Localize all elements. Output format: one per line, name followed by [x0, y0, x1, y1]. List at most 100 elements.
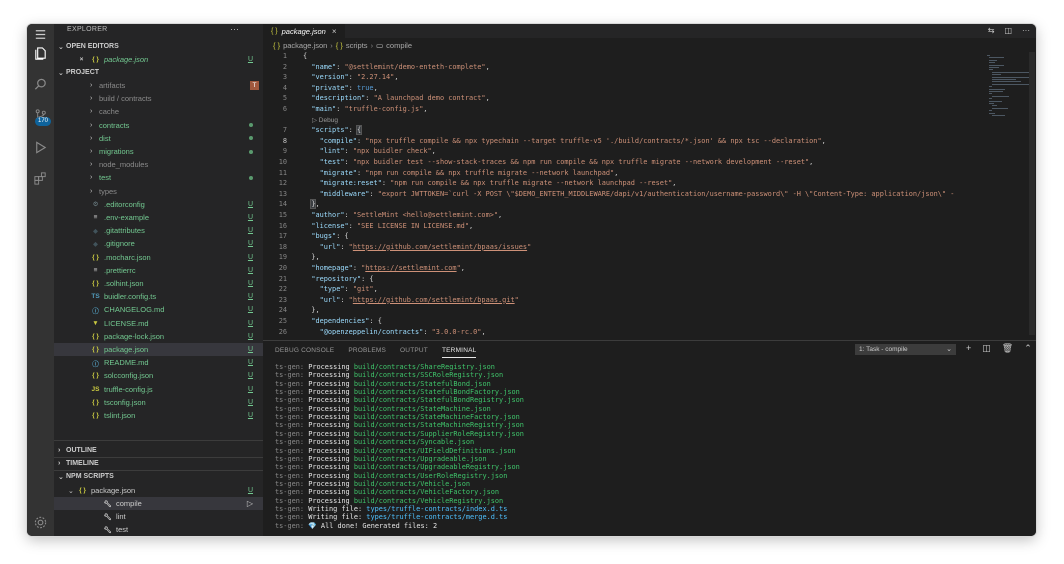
file-name: node_modules — [99, 160, 149, 170]
terminal-line: ts-gen: Processing build/contracts/State… — [275, 396, 524, 404]
terminal-prefix: ts-gen: — [275, 379, 309, 388]
editor-scrollbar[interactable] — [1029, 52, 1035, 335]
file-item[interactable]: ◆ .gitignore U — [54, 237, 263, 250]
file-item[interactable]: ⓘ README.md U — [54, 356, 263, 369]
terminal-prefix: ts-gen: — [275, 438, 309, 447]
search-icon[interactable] — [32, 76, 49, 93]
line-number: 5 — [282, 94, 287, 103]
file-item[interactable]: ▼ LICENSE.md U — [54, 317, 263, 330]
minimap-line — [989, 69, 994, 71]
file-item[interactable]: ≡ .env-example U — [54, 211, 263, 224]
folder-item[interactable]: › contracts — [54, 119, 263, 132]
file-item[interactable]: { } tslint.json U — [54, 409, 263, 422]
file-item[interactable]: ⚙ .editorconfig U — [54, 198, 263, 211]
menu-icon[interactable] — [32, 26, 49, 43]
breadcrumb-scripts[interactable]: scripts — [346, 41, 368, 50]
tab-terminal[interactable]: TERMINAL — [441, 347, 477, 358]
maximize-icon[interactable]: ⌃ — [1024, 343, 1032, 354]
folder-item[interactable]: › test — [54, 171, 263, 184]
breadcrumb-file[interactable]: package.json — [283, 41, 327, 50]
terminal-path: build/contracts/SupplierRoleRegistry.jso… — [353, 429, 524, 438]
run-debug-icon[interactable] — [32, 139, 49, 156]
code-editor[interactable]: 1 {2 "name": "@settlemint/demo-enteth-com… — [263, 52, 983, 335]
file-name: buidler.config.ts — [104, 292, 157, 302]
file-item[interactable]: { } package-lock.json U — [54, 330, 263, 343]
split-terminal-icon[interactable]: ◫ — [982, 343, 991, 354]
terminal-task-select[interactable]: 1: Task - compile ⌄ — [855, 344, 956, 355]
npm-package-item[interactable]: ⌄ { } package.json U — [54, 484, 263, 497]
outline-section[interactable]: › OUTLINE — [54, 444, 263, 457]
file-item[interactable]: { } solcconfig.json U — [54, 369, 263, 382]
tab-output[interactable]: OUTPUT — [400, 347, 428, 358]
terminal-verb: Processing — [308, 438, 354, 447]
file-item[interactable]: { } package.json U — [54, 343, 263, 356]
files-icon[interactable] — [32, 45, 49, 62]
minimap-line — [991, 76, 1030, 78]
file-name: cache — [99, 107, 120, 117]
npm-script-name: compile — [116, 499, 142, 508]
more-icon[interactable]: ··· — [1022, 26, 1030, 35]
git-status-untracked: U — [247, 319, 253, 327]
open-editors-section[interactable]: ⌄ OPEN EDITORS — [54, 40, 263, 53]
file-item[interactable]: { } tsconfig.json U — [54, 396, 263, 409]
code-line: "middleware": "export JWTTOKEN=`curl -X … — [319, 189, 955, 198]
add-terminal-icon[interactable]: + — [966, 343, 971, 354]
file-item[interactable]: ≡ .prettierrc U — [54, 264, 263, 277]
folder-item[interactable]: › build / contracts — [54, 92, 263, 105]
file-item[interactable]: TS buidler.config.ts U — [54, 290, 263, 303]
tab-problems[interactable]: PROBLEMS — [348, 347, 386, 358]
npm-scripts-section[interactable]: ⌄ NPM SCRIPTS — [54, 470, 263, 483]
settings-gear-icon[interactable] — [32, 514, 49, 531]
chevron-right-icon: › — [90, 108, 93, 116]
tab-package-json[interactable]: { } package.json × — [263, 24, 345, 38]
file-type-icon: { } — [92, 332, 99, 340]
npm-script-compile[interactable]: 🔧︎ compile ▷ — [54, 497, 263, 510]
file-type-icon: { } — [92, 346, 99, 353]
file-item[interactable]: { } .solhint.json U — [54, 277, 263, 290]
chevron-right-icon: › — [90, 148, 93, 155]
file-name: .mocharc.json — [104, 252, 151, 262]
chevron-right-icon: › — [58, 447, 61, 454]
close-icon[interactable]: × — [76, 56, 87, 63]
breadcrumb: { } package.json › { } scripts › ▭ compi… — [273, 41, 412, 50]
project-section[interactable]: ⌄ PROJECT — [54, 66, 263, 79]
file-item[interactable]: ◆ .gitattributes U — [54, 224, 263, 237]
file-name: tsconfig.json — [104, 397, 146, 407]
minimap[interactable] — [987, 52, 1030, 152]
extensions-icon[interactable] — [32, 170, 49, 187]
open-editor-item[interactable]: × { } package.json U — [54, 53, 263, 66]
minimap-line — [989, 62, 995, 64]
folder-item[interactable]: › node_modules — [54, 158, 263, 171]
npm-script-test[interactable]: 🔧︎ test — [54, 523, 263, 536]
file-item[interactable]: JS truffle-config.js U — [54, 383, 263, 396]
minimap-line — [991, 107, 1009, 109]
npm-scripts-label: NPM SCRIPTS — [66, 473, 114, 480]
folder-item[interactable]: › dist — [54, 132, 263, 145]
close-icon[interactable]: × — [332, 27, 337, 36]
file-type-icon: ≡ — [93, 214, 98, 221]
timeline-section[interactable]: › TIMELINE — [54, 457, 263, 470]
compare-icon[interactable]: ⇆ — [988, 26, 995, 35]
split-editor-icon[interactable]: ◫ — [1004, 26, 1012, 35]
file-item[interactable]: ⓘ CHANGELOG.md U — [54, 303, 263, 316]
folder-item[interactable]: › cache — [54, 105, 263, 118]
folder-item[interactable]: › types — [54, 185, 263, 198]
more-actions-icon[interactable]: ··· — [230, 24, 239, 34]
folder-item[interactable]: › migrations — [54, 145, 263, 158]
trash-icon[interactable]: 🗑︎ — [1002, 343, 1013, 354]
task-select-value: 1: Task - compile — [859, 346, 908, 353]
code-line: "author": "SettleMint <hello@settlemint.… — [311, 211, 503, 219]
tab-debug-console[interactable]: DEBUG CONSOLE — [275, 347, 334, 358]
terminal-verb: Processing — [308, 454, 354, 463]
file-item[interactable]: { } .mocharc.json U — [54, 251, 263, 264]
file-type-icon: ▼ — [92, 319, 99, 327]
git-status-untracked: U — [247, 359, 253, 367]
npm-script-lint[interactable]: 🔧︎ lint — [54, 510, 263, 523]
run-script-icon[interactable]: ▷ — [247, 499, 253, 508]
object-icon: { } — [335, 41, 343, 50]
code-line: "private": true, — [311, 83, 378, 92]
debug-codelens[interactable]: ▷ Debug — [312, 116, 338, 124]
folder-item[interactable]: › artifacts T — [54, 79, 263, 92]
file-name: .editorconfig — [104, 199, 145, 209]
breadcrumb-compile[interactable]: compile — [386, 41, 412, 50]
